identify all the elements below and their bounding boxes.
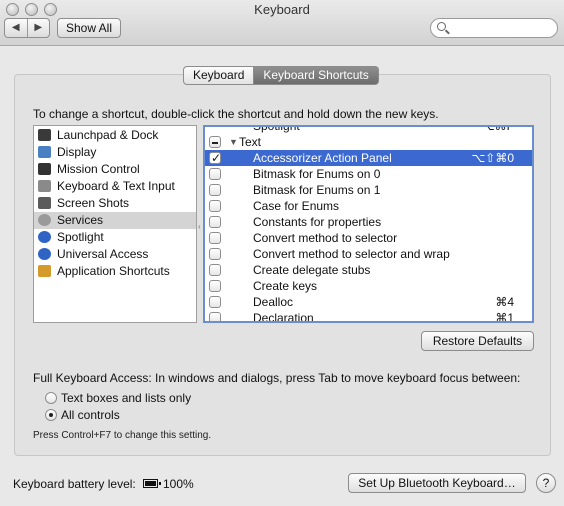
category-screen-shots[interactable]: Screen Shots	[34, 195, 196, 212]
tab-keyboard[interactable]: Keyboard	[183, 66, 255, 85]
category-label: Mission Control	[57, 162, 140, 176]
category-mission-control[interactable]: Mission Control	[34, 161, 196, 178]
shortcut-label: Spotlight	[253, 125, 300, 133]
shortcut-row[interactable]: Convert method to selector and wrap	[205, 246, 532, 262]
shortcut-checkbox[interactable]	[209, 184, 221, 196]
radio-text-boxes-lists[interactable]	[45, 392, 57, 404]
search-icon	[437, 22, 446, 31]
shortcut-row[interactable]: Bitmask for Enums on 0	[205, 166, 532, 182]
shortcut-keys[interactable]: ⌘1	[495, 310, 514, 321]
shortcut-row[interactable]: Bitmask for Enums on 1	[205, 182, 532, 198]
shortcut-keys: ⌥⌘F	[480, 125, 514, 133]
tab-keyboard-shortcuts[interactable]: Keyboard Shortcuts	[254, 66, 379, 85]
group-checkbox[interactable]	[209, 136, 221, 148]
restore-defaults-button[interactable]: Restore Defaults	[421, 331, 534, 351]
shortcut-label: Accessorizer Action Panel	[253, 151, 392, 165]
help-button[interactable]: ?	[536, 473, 556, 493]
shortcut-keys[interactable]: ⌘4	[495, 294, 514, 310]
category-label: Keyboard & Text Input	[57, 179, 175, 193]
category-label: Spotlight	[57, 230, 104, 244]
keyboard-icon	[38, 180, 51, 192]
shortcut-label: Dealloc	[253, 295, 294, 309]
category-list[interactable]: Launchpad & Dock Display Mission Control…	[33, 125, 197, 323]
display-icon	[38, 146, 51, 158]
shortcut-label: Constants for properties	[253, 215, 382, 229]
shortcut-checkbox[interactable]	[209, 264, 221, 276]
control-f7-hint: Press Control+F7 to change this setting.	[33, 430, 212, 441]
shortcut-label: Convert method to selector and wrap	[253, 247, 450, 261]
shortcut-label: Convert method to selector	[253, 231, 398, 245]
shortcut-checkbox[interactable]	[209, 232, 221, 244]
app-shortcuts-icon	[38, 265, 51, 277]
shortcut-row[interactable]: Create keys	[205, 278, 532, 294]
shortcut-row[interactable]: Accessorizer Action Panel ⌥⇧⌘0	[205, 150, 532, 166]
category-label: Display	[57, 145, 97, 159]
shortcut-label: Declaration	[253, 311, 314, 323]
setup-bluetooth-keyboard-button[interactable]: Set Up Bluetooth Keyboard…	[348, 473, 526, 493]
spotlight-icon	[38, 231, 51, 243]
category-label: Services	[57, 213, 104, 227]
shortcut-row[interactable]: Dealloc ⌘4	[205, 294, 532, 310]
window-title: Keyboard	[254, 2, 310, 17]
radio-label-all-controls[interactable]: All controls	[61, 408, 120, 422]
full-keyboard-access-label: Full Keyboard Access: In windows and dia…	[33, 371, 521, 385]
shortcut-checkbox[interactable]	[209, 248, 221, 260]
shortcut-checkbox[interactable]	[209, 312, 221, 321]
shortcut-row[interactable]: Declaration ⌘1	[205, 310, 532, 323]
gear-icon	[38, 214, 51, 226]
radio-all-controls[interactable]	[45, 409, 57, 421]
battery-level-label: Keyboard battery level:	[13, 477, 136, 491]
shortcut-row[interactable]: Create delegate stubs	[205, 262, 532, 278]
shortcut-list[interactable]: Spotlight ⌥⌘F ▼ Text Accessorizer Action…	[203, 125, 534, 323]
shortcut-row[interactable]: Convert method to selector	[205, 230, 532, 246]
instructions-text: To change a shortcut, double-click the s…	[33, 107, 439, 121]
back-button[interactable]: ◀	[5, 19, 27, 37]
category-spotlight[interactable]: Spotlight	[34, 229, 196, 246]
category-keyboard-text-input[interactable]: Keyboard & Text Input	[34, 178, 196, 195]
category-label: Screen Shots	[57, 196, 130, 210]
category-launchpad-dock[interactable]: Launchpad & Dock	[34, 127, 196, 144]
shortcut-checkbox[interactable]	[209, 168, 221, 180]
universal-access-icon	[38, 248, 51, 260]
shortcut-checkbox[interactable]	[209, 216, 221, 228]
splitter-handle[interactable]: ‹	[198, 222, 202, 231]
group-row-text[interactable]: ▼ Text	[205, 134, 532, 150]
shortcut-row-partial[interactable]: Spotlight ⌥⌘F	[205, 125, 532, 134]
forward-button[interactable]: ▶	[26, 19, 50, 37]
category-label: Application Shortcuts	[57, 264, 170, 278]
category-label: Launchpad & Dock	[57, 128, 159, 142]
category-label: Universal Access	[57, 247, 149, 261]
shortcut-checkbox[interactable]	[209, 296, 221, 308]
category-services[interactable]: Services	[34, 212, 196, 229]
shortcut-checkbox[interactable]	[209, 150, 221, 166]
keyboard-preferences-window: Keyboard ◀ ▶ Show All Keyboard Keyboard …	[0, 0, 564, 506]
radio-label-text-boxes-lists[interactable]: Text boxes and lists only	[61, 391, 191, 405]
shortcut-keys[interactable]: ⌥⇧⌘0	[471, 150, 514, 166]
shortcut-checkbox[interactable]	[209, 200, 221, 212]
back-forward-control: ◀ ▶	[4, 18, 50, 38]
launchpad-icon	[38, 129, 51, 141]
battery-icon	[143, 479, 161, 488]
shortcut-row[interactable]: Constants for properties	[205, 214, 532, 230]
shortcut-checkbox[interactable]	[209, 280, 221, 292]
category-application-shortcuts[interactable]: Application Shortcuts	[34, 263, 196, 280]
category-display[interactable]: Display	[34, 144, 196, 161]
shortcut-label: Case for Enums	[253, 199, 340, 213]
shortcut-label: Bitmask for Enums on 0	[253, 167, 381, 181]
shortcut-row[interactable]: Case for Enums	[205, 198, 532, 214]
camera-icon	[38, 197, 51, 209]
mission-control-icon	[38, 163, 51, 175]
group-label: Text	[239, 135, 262, 149]
tab-bar: Keyboard Keyboard Shortcuts	[183, 66, 379, 85]
shortcut-label: Create delegate stubs	[253, 263, 371, 277]
battery-level-value: 100%	[163, 477, 194, 491]
shortcut-label: Bitmask for Enums on 1	[253, 183, 381, 197]
disclosure-triangle-icon[interactable]: ▼	[229, 134, 238, 150]
search-field[interactable]	[430, 18, 558, 38]
title-bar: Keyboard ◀ ▶ Show All	[0, 0, 564, 46]
category-universal-access[interactable]: Universal Access	[34, 246, 196, 263]
show-all-button[interactable]: Show All	[57, 18, 121, 38]
shortcut-label: Create keys	[253, 279, 318, 293]
